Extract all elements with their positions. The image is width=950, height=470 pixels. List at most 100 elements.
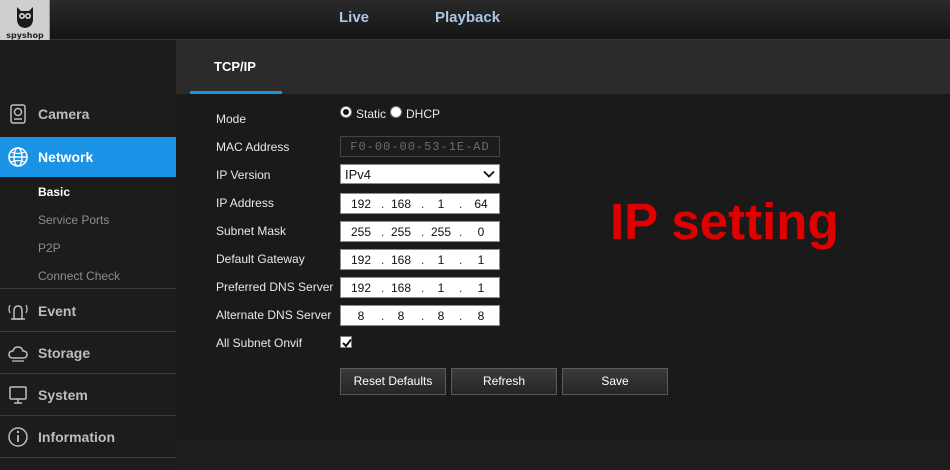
adns-octet-3[interactable]: 8 xyxy=(425,309,457,323)
reset-defaults-button[interactable]: Reset Defaults xyxy=(340,368,446,395)
mode-static-label: Static xyxy=(356,107,387,121)
sidebar-divider xyxy=(0,457,176,458)
mask-octet-2[interactable]: 255 xyxy=(385,225,417,239)
network-globe-icon xyxy=(8,147,28,167)
octet-separator: . xyxy=(459,309,463,323)
ip-address-field[interactable]: 192 . 168 . 1 . 64 xyxy=(340,193,500,214)
sidebar-item-label: Information xyxy=(38,429,115,445)
pdns-octet-3[interactable]: 1 xyxy=(425,281,457,295)
octet-separator: . xyxy=(421,253,425,267)
octet-separator: . xyxy=(421,309,425,323)
sidebar-item-network[interactable]: Network xyxy=(0,137,186,177)
ip-octet-2[interactable]: 168 xyxy=(385,197,417,211)
logo-brand-text: spyshop xyxy=(6,31,44,40)
subnet-mask-label: Subnet Mask xyxy=(216,224,287,238)
alternate-dns-field[interactable]: 8 . 8 . 8 . 8 xyxy=(340,305,500,326)
mask-octet-4[interactable]: 0 xyxy=(465,225,497,239)
all-subnet-onvif-checkbox[interactable] xyxy=(340,336,352,348)
ip-version-select[interactable]: IPv4 xyxy=(340,164,500,184)
refresh-button[interactable]: Refresh xyxy=(451,368,557,395)
sidebar-item-label: Event xyxy=(38,303,77,319)
mac-address-value: F0-00-00-53-1E-AD xyxy=(350,140,490,154)
sidebar-subitem-service-ports[interactable]: Service Ports xyxy=(38,213,109,227)
ip-setting-annotation: IP setting xyxy=(610,193,839,250)
ip-octet-1[interactable]: 192 xyxy=(345,197,377,211)
ip-version-value: IPv4 xyxy=(345,167,372,182)
sidebar-subitem-basic[interactable]: Basic xyxy=(38,185,70,199)
camera-icon xyxy=(10,104,26,124)
octet-separator: . xyxy=(459,225,463,239)
sidebar-divider xyxy=(0,415,176,416)
gateway-octet-1[interactable]: 192 xyxy=(345,253,377,267)
mac-address-field: F0-00-00-53-1E-AD xyxy=(340,136,500,157)
gateway-octet-2[interactable]: 168 xyxy=(385,253,417,267)
octet-separator: . xyxy=(381,253,385,267)
mode-static-radio[interactable] xyxy=(340,106,352,118)
ip-version-label: IP Version xyxy=(216,168,271,182)
adns-octet-4[interactable]: 8 xyxy=(465,309,497,323)
gateway-octet-3[interactable]: 1 xyxy=(425,253,457,267)
ip-octet-4[interactable]: 64 xyxy=(465,197,497,211)
top-bar: spyshop Live Playback xyxy=(0,0,950,46)
all-subnet-onvif-label: All Subnet Onvif xyxy=(216,336,303,350)
mode-label: Mode xyxy=(216,112,247,126)
octet-separator: . xyxy=(421,197,425,211)
octet-separator: . xyxy=(459,197,463,211)
octet-separator: . xyxy=(421,281,425,295)
mask-octet-1[interactable]: 255 xyxy=(345,225,377,239)
preferred-dns-label: Preferred DNS Server xyxy=(216,280,334,294)
tab-active-indicator xyxy=(190,91,282,94)
ip-address-label: IP Address xyxy=(216,196,274,210)
top-tab-playback[interactable]: Playback xyxy=(435,9,500,26)
mac-address-label: MAC Address xyxy=(216,140,290,154)
top-tab-live[interactable]: Live xyxy=(339,9,369,26)
sidebar-divider xyxy=(0,288,176,289)
octet-separator: . xyxy=(381,197,385,211)
tab-tcpip[interactable]: TCP/IP xyxy=(190,40,282,94)
save-button[interactable]: Save xyxy=(562,368,668,395)
alarm-event-icon xyxy=(8,304,28,320)
default-gateway-label: Default Gateway xyxy=(216,252,305,266)
alternate-dns-label: Alternate DNS Server xyxy=(216,308,332,322)
pdns-octet-4[interactable]: 1 xyxy=(465,281,497,295)
info-icon xyxy=(8,427,28,447)
sidebar-item-system[interactable]: System xyxy=(0,375,176,415)
sidebar-item-label: System xyxy=(38,387,88,403)
owl-logo-icon xyxy=(17,7,33,28)
sidebar: Camera Network Basic Service Ports P2P C… xyxy=(0,40,186,470)
ip-octet-3[interactable]: 1 xyxy=(425,197,457,211)
sidebar-item-storage[interactable]: Storage xyxy=(0,333,176,373)
octet-separator: . xyxy=(381,281,385,295)
octet-separator: . xyxy=(459,253,463,267)
sidebar-item-label: Storage xyxy=(38,345,91,361)
octet-separator: . xyxy=(381,309,385,323)
adns-octet-1[interactable]: 8 xyxy=(345,309,377,323)
default-gateway-field[interactable]: 192 . 168 . 1 . 1 xyxy=(340,249,500,270)
octet-separator: . xyxy=(459,281,463,295)
pdns-octet-2[interactable]: 168 xyxy=(385,281,417,295)
mode-dhcp-label: DHCP xyxy=(406,107,441,121)
sidebar-divider xyxy=(0,373,176,374)
gateway-octet-4[interactable]: 1 xyxy=(465,253,497,267)
sidebar-item-information[interactable]: Information xyxy=(0,417,176,457)
chevron-down-icon xyxy=(483,170,495,178)
cloud-storage-icon xyxy=(8,346,28,362)
tab-bar: TCP/IP xyxy=(176,40,950,94)
checkmark-icon xyxy=(342,338,352,348)
octet-separator: . xyxy=(421,225,425,239)
sidebar-subitem-connect-check[interactable]: Connect Check xyxy=(38,269,120,283)
tab-tcpip-label: TCP/IP xyxy=(214,59,256,74)
monitor-icon xyxy=(9,386,27,404)
subnet-mask-field[interactable]: 255 . 255 . 255 . 0 xyxy=(340,221,500,242)
preferred-dns-field[interactable]: 192 . 168 . 1 . 1 xyxy=(340,277,500,298)
mask-octet-3[interactable]: 255 xyxy=(425,225,457,239)
adns-octet-2[interactable]: 8 xyxy=(385,309,417,323)
sidebar-item-event[interactable]: Event xyxy=(0,291,176,331)
octet-separator: . xyxy=(381,225,385,239)
sidebar-item-camera[interactable]: Camera xyxy=(0,94,176,134)
sidebar-divider xyxy=(0,331,176,332)
mode-dhcp-radio[interactable] xyxy=(390,106,402,118)
pdns-octet-1[interactable]: 192 xyxy=(345,281,377,295)
sidebar-subitem-p2p[interactable]: P2P xyxy=(38,241,61,255)
sidebar-item-label: Camera xyxy=(38,106,90,122)
